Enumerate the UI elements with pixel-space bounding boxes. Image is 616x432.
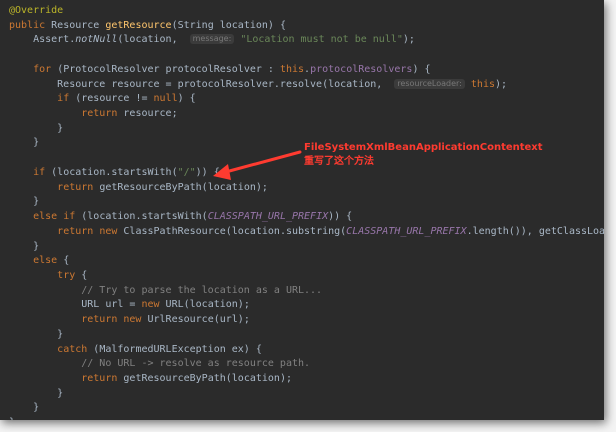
annotation-arrow bbox=[213, 150, 302, 180]
annotation-line-1: FileSystemXmlBeanApplicationContentext bbox=[304, 142, 543, 153]
code-editor-window: @Override public Resource getResource(Str… bbox=[0, 0, 604, 420]
annotation-line-2: 重写了这个方法 bbox=[304, 156, 374, 167]
annotation-note: FileSystemXmlBeanApplicationContentext 重… bbox=[304, 141, 543, 169]
